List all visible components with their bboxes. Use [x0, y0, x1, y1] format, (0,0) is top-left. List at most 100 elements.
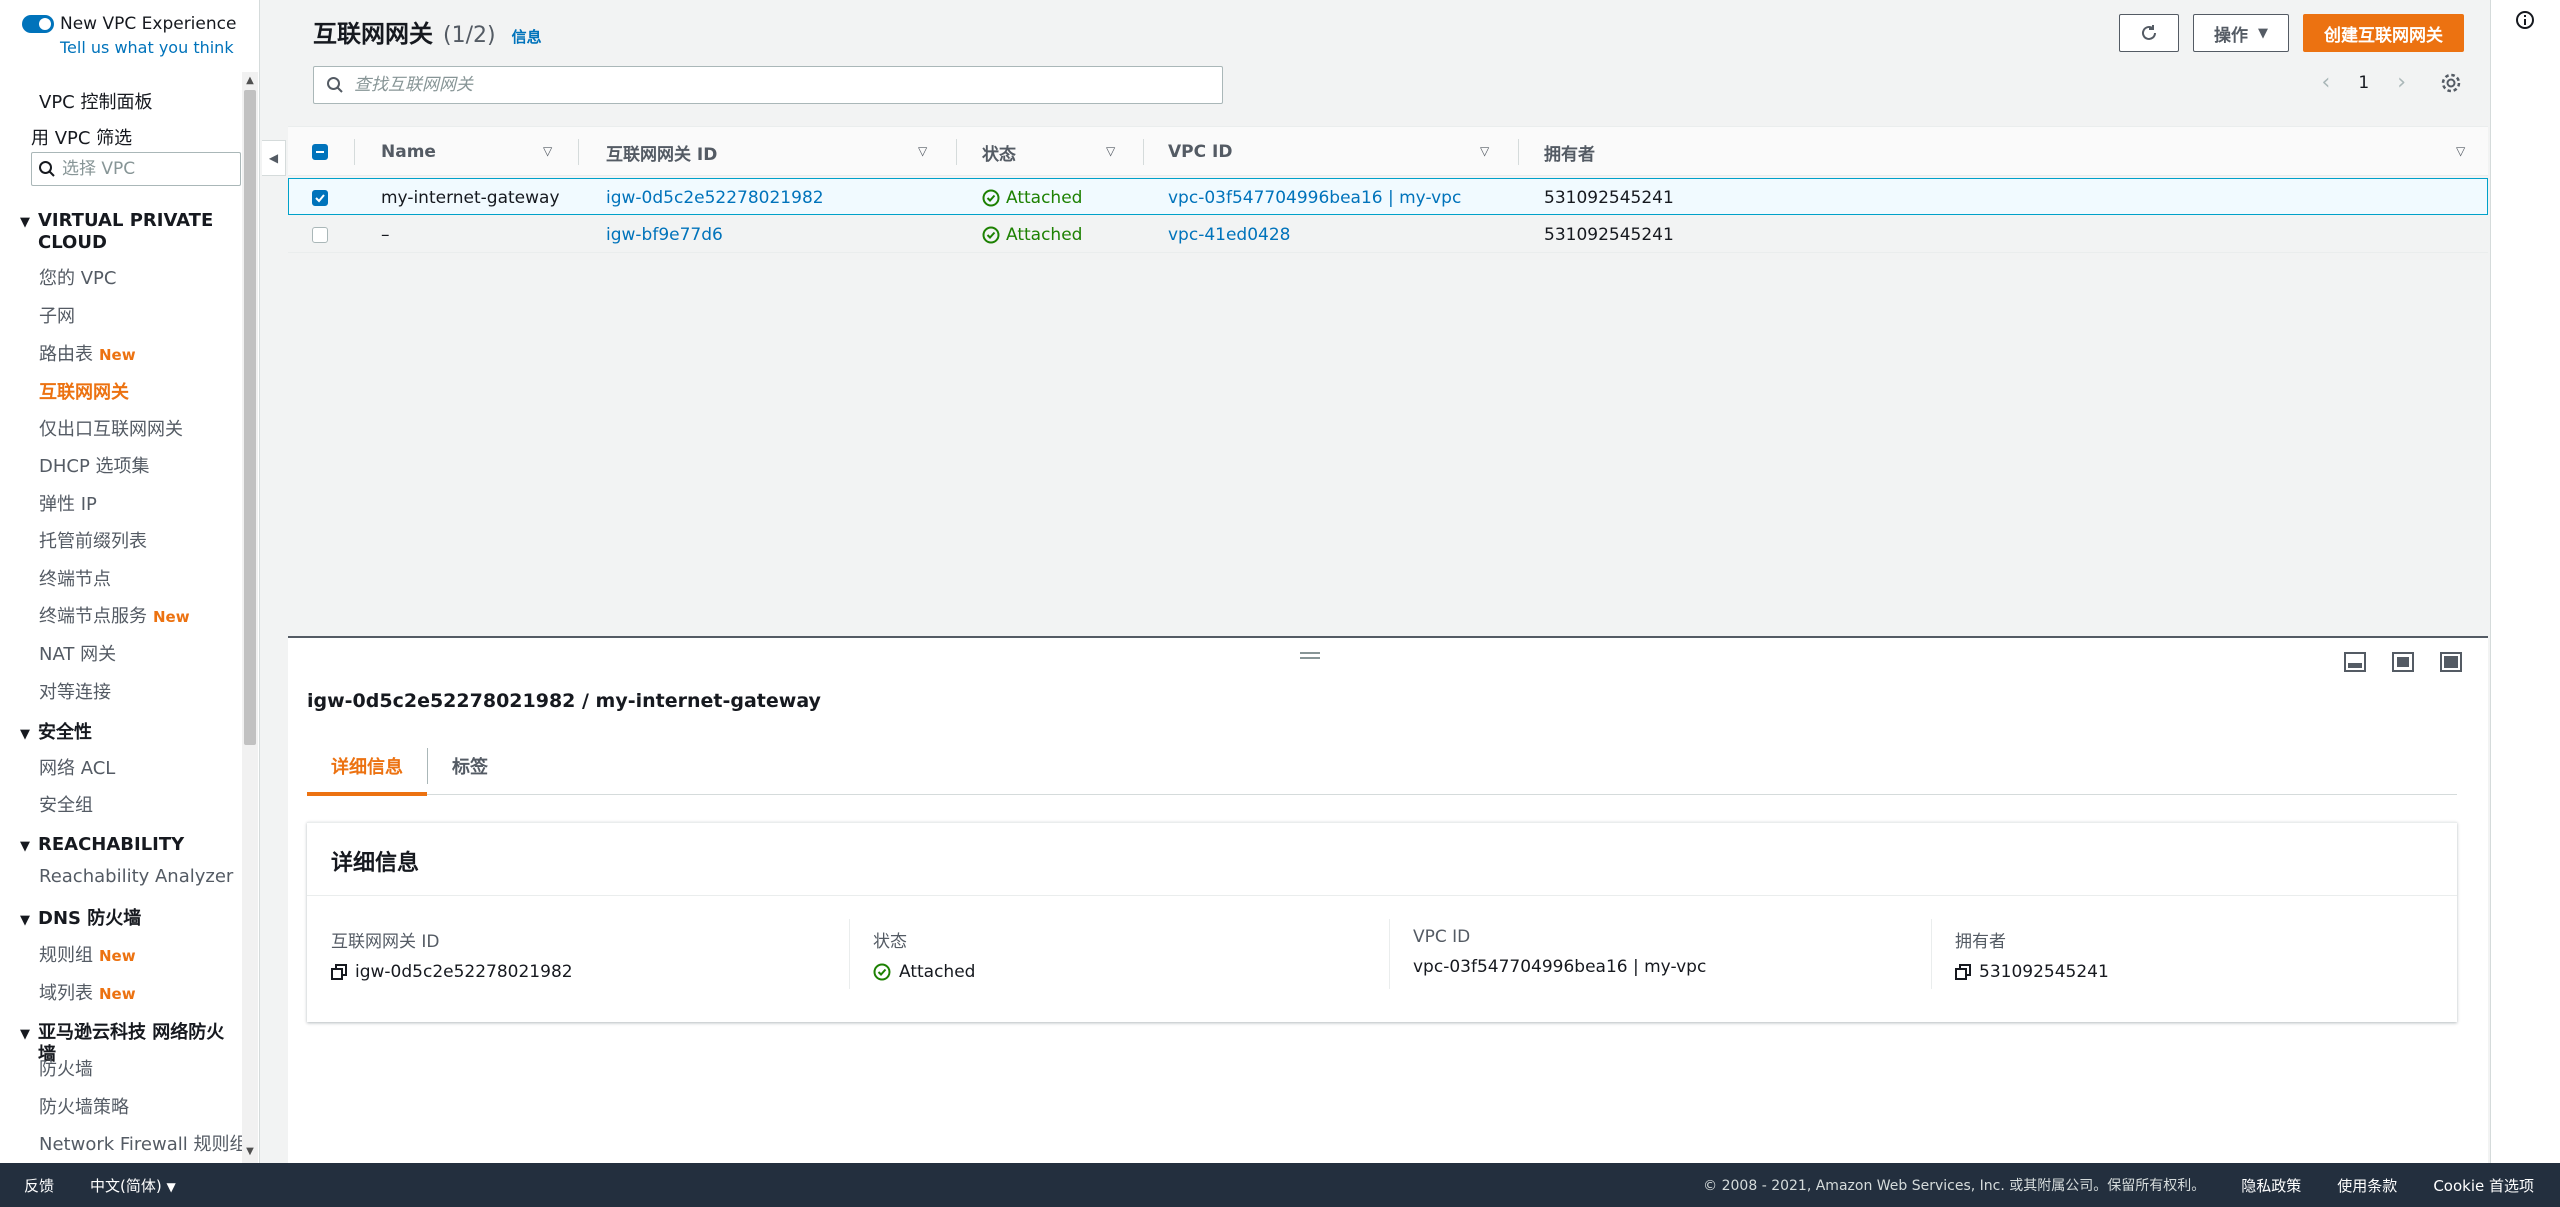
tab-details[interactable]: 详细信息 [307, 737, 427, 796]
sidebar-item-nat-gateways[interactable]: NAT 网关 [39, 640, 116, 666]
footer-feedback-link[interactable]: 反馈 [24, 1175, 54, 1196]
split-panel-resize-handle[interactable] [1300, 652, 1320, 664]
search-box[interactable] [313, 66, 1223, 104]
column-header-state[interactable]: 状态 [982, 127, 1016, 177]
privacy-link[interactable]: 隐私政策 [2241, 1175, 2301, 1196]
table-row[interactable]: – igw-bf9e77d6 Attached vpc-41ed0428 531… [288, 216, 2488, 253]
refresh-button[interactable] [2119, 14, 2179, 52]
success-icon [982, 226, 1000, 243]
sidebar-item-your-vpcs[interactable]: 您的 VPC [39, 264, 116, 290]
column-header-owner[interactable]: 拥有者 [1544, 127, 1595, 177]
scroll-up-icon[interactable]: ▲ [244, 74, 256, 88]
gateway-name: – [381, 224, 390, 245]
vpc-filter-label: 用 VPC 筛选 [31, 128, 133, 149]
actions-dropdown-button[interactable]: 操作 ▼ [2193, 14, 2289, 52]
sidebar-item-route-tables[interactable]: 路由表 New [39, 340, 136, 366]
panel-full-icon[interactable] [2440, 652, 2462, 672]
next-page-icon[interactable]: › [2397, 70, 2406, 95]
field-vpc-id: VPC ID vpc-03f547704996bea16 | my-vpc [1413, 927, 1933, 977]
caret-down-icon: ▼ [20, 913, 30, 928]
sidebar-item-elastic-ip[interactable]: 弹性 IP [39, 490, 97, 516]
row-checkbox[interactable] [312, 179, 328, 216]
sort-icon[interactable]: ▽ [1106, 144, 1115, 158]
sidebar-item-security-groups[interactable]: 安全组 [39, 791, 93, 817]
copy-icon[interactable] [1955, 964, 1971, 980]
panel-side-icon[interactable] [2392, 652, 2414, 672]
sidebar-item-internet-gateways[interactable]: 互联网网关 [39, 378, 129, 404]
sidebar-section-reachability[interactable]: ▼ REACHABILITY [20, 834, 235, 858]
sidebar-section-vpc[interactable]: ▼ VIRTUAL PRIVATE CLOUD [20, 210, 235, 254]
select-all-checkbox[interactable] [312, 127, 328, 177]
detail-tabs: 详细信息 标签 [307, 737, 2457, 796]
sidebar-section-dns-firewall[interactable]: ▼ DNS 防火墙 [20, 908, 235, 932]
table-row[interactable]: my-internet-gateway igw-0d5c2e5227802198… [288, 178, 2488, 215]
sidebar-item-nf-rule-groups[interactable]: Network Firewall 规则组 [39, 1130, 247, 1156]
feedback-link[interactable]: Tell us what you think [60, 38, 252, 57]
sidebar-item-subnets[interactable]: 子网 [39, 302, 75, 328]
sidebar-item-firewall-policies[interactable]: 防火墙策略 [39, 1093, 129, 1119]
sidebar-item-dashboard[interactable]: VPC 控制面板 [39, 88, 152, 114]
detail-panel-title: igw-0d5c2e52278021982 / my-internet-gate… [307, 690, 821, 712]
sort-icon[interactable]: ▽ [543, 144, 552, 158]
vpc-id-link[interactable]: vpc-03f547704996bea16 | my-vpc [1168, 179, 1461, 216]
gear-icon [2441, 73, 2461, 93]
sidebar-item-reachability-analyzer[interactable]: Reachability Analyzer [39, 866, 233, 887]
previous-page-icon[interactable]: ‹ [2322, 70, 2331, 95]
column-header-name[interactable]: Name [381, 127, 436, 177]
sort-icon[interactable]: ▽ [2456, 144, 2465, 158]
create-internet-gateway-button[interactable]: 创建互联网网关 [2303, 14, 2464, 52]
new-badge: New [153, 608, 190, 626]
selection-count: (1/2) [443, 23, 496, 48]
caret-down-icon: ▼ [20, 839, 30, 854]
scroll-down-icon[interactable]: ▼ [244, 1145, 256, 1159]
sidebar-item-firewalls[interactable]: 防火墙 [39, 1055, 93, 1081]
search-input[interactable] [354, 75, 1204, 95]
column-header-gateway-id[interactable]: 互联网网关 ID [606, 127, 717, 177]
panel-bottom-icon[interactable] [2344, 652, 2366, 672]
gateway-id-link[interactable]: igw-bf9e77d6 [606, 216, 723, 253]
column-header-vpc-id[interactable]: VPC ID [1168, 127, 1232, 177]
copy-icon[interactable] [331, 964, 347, 980]
footer: 反馈 中文(简体) ▼ © 2008 - 2021, Amazon Web Se… [0, 1163, 2560, 1207]
gateway-name: my-internet-gateway [381, 187, 560, 208]
vpc-id-link[interactable]: vpc-03f547704996bea16 | my-vpc [1413, 957, 1933, 977]
sort-icon[interactable]: ▽ [1480, 144, 1489, 158]
settings-button[interactable] [2440, 72, 2462, 99]
cookie-preferences-link[interactable]: Cookie 首选项 [2433, 1175, 2534, 1196]
owner-id: 531092545241 [1544, 224, 1674, 245]
new-badge: New [99, 985, 136, 1003]
success-icon [982, 189, 1000, 206]
sidebar-item-dhcp-options[interactable]: DHCP 选项集 [39, 452, 150, 478]
tab-tags[interactable]: 标签 [428, 737, 512, 795]
sidebar-item-domain-lists[interactable]: 域列表 New [39, 979, 136, 1005]
status-badge: Attached [982, 216, 1082, 253]
caret-down-icon: ▼ [2258, 25, 2268, 41]
new-badge: New [99, 346, 136, 364]
owner-id: 531092545241 [1544, 187, 1674, 208]
collapse-sidebar-button[interactable]: ◀ [262, 140, 286, 176]
sidebar-item-egress-only-gateways[interactable]: 仅出口互联网网关 [39, 415, 183, 441]
toggle-switch-icon[interactable] [22, 15, 54, 33]
info-link[interactable]: 信息 [512, 26, 542, 47]
row-checkbox[interactable] [312, 216, 328, 253]
caret-down-icon: ▼ [20, 1027, 30, 1042]
sidebar-item-peering[interactable]: 对等连接 [39, 678, 111, 704]
experience-toggle-row[interactable]: New VPC Experience [22, 14, 252, 34]
info-button[interactable] [2515, 10, 2535, 35]
sidebar-item-endpoint-services[interactable]: 终端节点服务 New [39, 602, 190, 628]
sidebar-section-security[interactable]: ▼ 安全性 [20, 722, 235, 746]
current-page[interactable]: 1 [2358, 73, 2369, 93]
sidebar-item-prefix-lists[interactable]: 托管前缀列表 [39, 527, 147, 553]
sidebar-item-network-acl[interactable]: 网络 ACL [39, 754, 115, 780]
sidebar-item-endpoints[interactable]: 终端节点 [39, 565, 111, 591]
terms-link[interactable]: 使用条款 [2337, 1175, 2397, 1196]
language-selector[interactable]: 中文(简体) ▼ [90, 1175, 176, 1196]
vpc-id-link[interactable]: vpc-41ed0428 [1168, 216, 1290, 253]
sidebar-item-rule-groups[interactable]: 规则组 New [39, 941, 136, 967]
copyright-text: © 2008 - 2021, Amazon Web Services, Inc.… [1703, 1178, 2206, 1194]
vpc-filter-select[interactable] [31, 152, 241, 186]
sidebar-scrollbar-thumb[interactable] [244, 90, 256, 745]
sort-icon[interactable]: ▽ [918, 144, 927, 158]
vpc-filter-input[interactable] [62, 159, 222, 179]
gateway-id-link[interactable]: igw-0d5c2e52278021982 [606, 179, 824, 216]
